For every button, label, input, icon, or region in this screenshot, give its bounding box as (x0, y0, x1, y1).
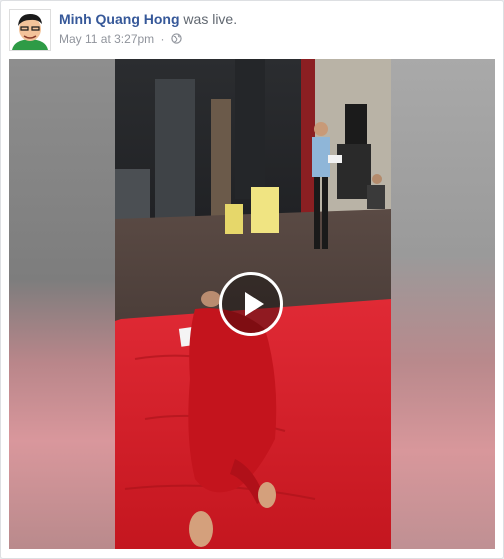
live-video-player[interactable] (9, 59, 495, 549)
play-icon (245, 292, 264, 316)
post-action-text: was live. (183, 11, 238, 27)
post-header: Minh Quang Hong was live. (59, 11, 237, 27)
post-card: Minh Quang Hong was live. May 11 at 3:27… (0, 0, 504, 559)
author-name-link[interactable]: Minh Quang Hong (59, 11, 180, 27)
post-meta: May 11 at 3:27pm · (59, 32, 182, 47)
post-timestamp-link[interactable]: May 11 at 3:27pm (59, 32, 154, 46)
play-button[interactable] (219, 272, 283, 336)
video-blur-right (391, 59, 495, 549)
avatar-caricature-image (10, 10, 50, 50)
author-avatar[interactable] (9, 9, 51, 51)
video-blur-left (9, 59, 115, 549)
globe-icon[interactable] (171, 33, 182, 47)
meta-separator: · (160, 32, 165, 46)
